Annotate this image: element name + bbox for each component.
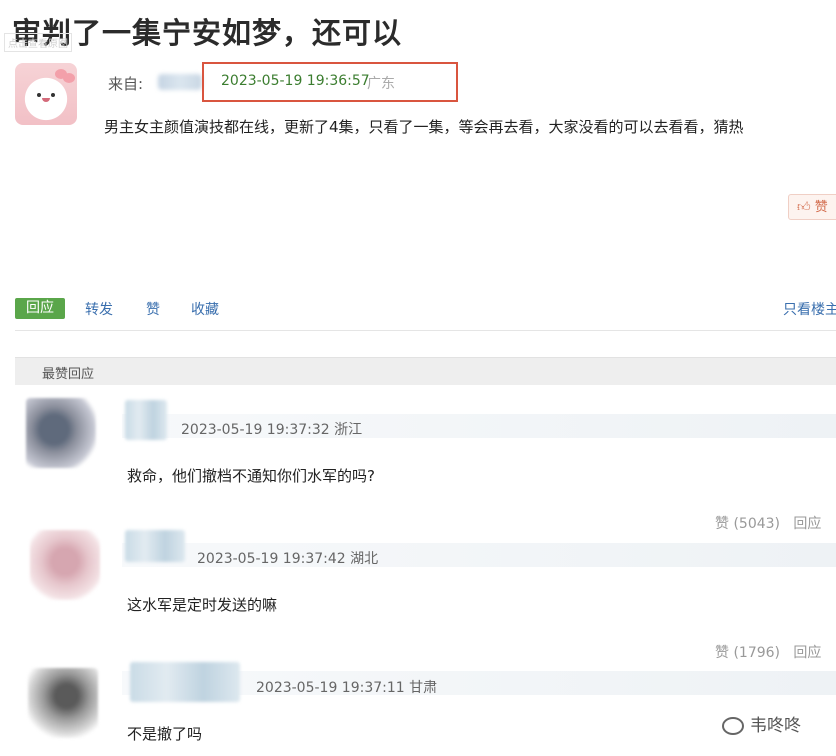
divider <box>15 330 836 331</box>
reply-reply-link[interactable]: 回应 <box>793 516 821 532</box>
reply-time: 2023-05-19 19:37:11 甘肃 <box>256 680 438 696</box>
reply-text: 不是撤了吗 <box>127 725 203 743</box>
only-op-link[interactable]: 只看楼主 <box>783 299 836 319</box>
reply-actions: 赞 (5043) 回应 <box>715 513 821 533</box>
reply-author-blurred[interactable] <box>125 400 167 440</box>
thumbs-up-icon: 👍︎ <box>797 200 811 215</box>
post-time: 2023-05-19 19:36:57 <box>221 73 370 89</box>
reply-author-blurred[interactable] <box>125 530 185 562</box>
reply-reply-link[interactable]: 回应 <box>793 645 821 661</box>
forward-link[interactable]: 转发 <box>85 299 113 319</box>
view-original-watermark: 点击查看原图 <box>4 33 72 52</box>
post-body: 男主女主颜值演技都在线，更新了4集，只看了一集，等会再去看，大家没看的可以去看看… <box>104 118 744 136</box>
top-replies-label: 最赞回应 <box>42 367 95 382</box>
reply-text: 这水军是定时发送的嘛 <box>127 596 278 614</box>
account-watermark: 韦咚咚 <box>722 711 801 736</box>
reply-avatar[interactable] <box>28 668 98 738</box>
reply-text: 救命，他们撤档不通知你们水军的吗? <box>127 467 375 485</box>
post-like-button[interactable]: 👍︎ 赞 <box>788 194 836 220</box>
from-label: 来自: <box>108 75 144 93</box>
avatar[interactable] <box>15 63 77 125</box>
author-name-blurred[interactable] <box>158 74 202 90</box>
top-replies-header <box>15 357 836 385</box>
reply-avatar[interactable] <box>30 530 100 600</box>
reply-avatar[interactable] <box>26 398 96 468</box>
reply-like-link[interactable]: 赞 (5043) <box>715 516 780 532</box>
reply-time: 2023-05-19 19:37:42 湖北 <box>197 551 379 567</box>
reply-button[interactable]: 回应 <box>15 298 65 319</box>
watermark-text: 韦咚咚 <box>750 716 801 736</box>
reply-time: 2023-05-19 19:37:32 浙江 <box>181 422 363 438</box>
post-like-label: 赞 <box>814 200 828 215</box>
favorite-link[interactable]: 收藏 <box>191 299 219 319</box>
post-location: 广东 <box>367 76 395 92</box>
reply-actions: 赞 (1796) 回应 <box>715 642 821 662</box>
wechat-icon <box>722 717 744 735</box>
reply-like-link[interactable]: 赞 (1796) <box>715 645 780 661</box>
like-link[interactable]: 赞 <box>146 299 160 319</box>
reply-author-blurred[interactable] <box>130 662 240 702</box>
